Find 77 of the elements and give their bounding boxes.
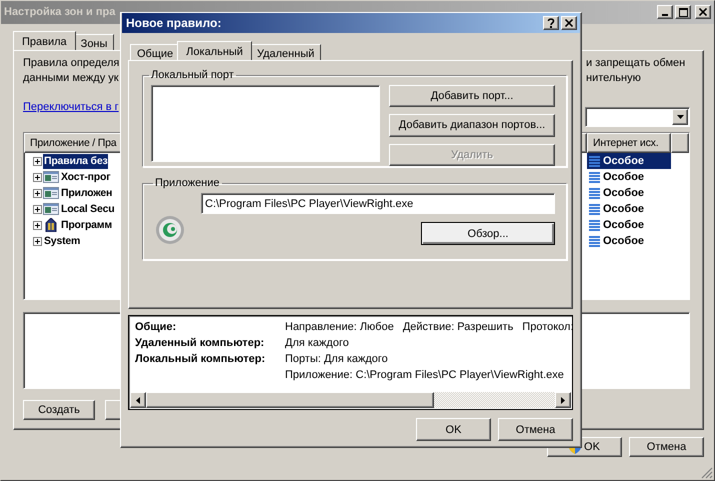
tree-item[interactable]: Программ (60, 218, 113, 232)
add-port-button[interactable]: Добавить порт... (389, 85, 555, 108)
close-button[interactable] (695, 5, 711, 19)
path-field[interactable]: C:\Program Files\PC Player\ViewRight.exe (201, 193, 555, 214)
cancel-button[interactable]: Отмена (629, 437, 704, 457)
tab[interactable]: Локальный (177, 41, 252, 60)
list-icon (589, 236, 600, 246)
list-icon (589, 156, 600, 166)
description-text: Правила определя (23, 56, 120, 71)
dropdown[interactable] (585, 107, 690, 127)
summary-label: Общие: (135, 320, 178, 335)
right-arrow-icon (561, 396, 565, 404)
expand-icon[interactable] (33, 220, 42, 230)
summary-label: Локальный компьютер: (135, 352, 266, 367)
summary-value: Действие: Разрешить (402, 320, 514, 335)
close-icon (565, 19, 573, 27)
list-icon (589, 220, 600, 230)
description-text: и запрещать обмен (586, 56, 686, 71)
table-cell: Особое (603, 235, 644, 247)
summary-value: Для каждого (285, 336, 349, 351)
port-list[interactable] (151, 85, 380, 162)
table-cell: Особое (603, 203, 644, 215)
list-icon (589, 172, 600, 182)
list-icon (589, 204, 600, 214)
summary-label: Удаленный компьютер: (135, 336, 266, 351)
table-cell: Особое (603, 155, 644, 167)
maximize-icon (678, 8, 688, 16)
help-button[interactable] (543, 16, 559, 30)
ok-button[interactable]: OK (416, 418, 491, 441)
summary-value: Направление: Любое (285, 320, 394, 335)
table-cell: Особое (603, 219, 644, 231)
expand-icon[interactable] (33, 204, 42, 214)
expand-icon[interactable] (33, 172, 42, 182)
tab[interactable]: Удаленный (250, 44, 322, 60)
table-cell: Особое (603, 171, 644, 183)
window-icon (43, 202, 59, 216)
tree-item[interactable]: Приложен (60, 186, 114, 200)
list-icon (589, 188, 600, 198)
add-port-button[interactable]: Добавить диапазон портов... (389, 114, 555, 137)
building-icon (43, 218, 59, 232)
create-button[interactable]: Создать (23, 400, 95, 420)
cancel-button[interactable]: Отмена (498, 418, 573, 441)
browse-button[interactable]: Обзор... (421, 222, 555, 245)
switch-link[interactable]: Переключиться в г (23, 101, 119, 113)
caret-icon (676, 115, 684, 119)
maximize-button[interactable] (675, 5, 691, 19)
expand-icon[interactable] (33, 236, 42, 246)
description-text: нительную (586, 71, 642, 86)
group-title: Приложение (154, 177, 221, 189)
tree-item[interactable]: Хост-прог (60, 170, 112, 184)
tab[interactable]: Зоны (74, 34, 114, 50)
scroll-thumb[interactable] (146, 392, 434, 408)
minimize-button[interactable] (657, 5, 673, 19)
column-header[interactable]: Интернет исх. (587, 133, 671, 153)
summary-value: Приложение: C:\Program Files\PC Player\ViewRight.exe (285, 368, 564, 383)
close-icon (699, 8, 707, 16)
tree-item[interactable]: Local Secu (60, 202, 116, 216)
summary-value: Порты: Для каждого (285, 352, 388, 367)
close-button[interactable] (561, 16, 577, 30)
resize-grip[interactable] (701, 467, 713, 479)
expand-icon[interactable] (33, 156, 42, 166)
group-title: Локальный порт (150, 69, 235, 81)
window-icon (43, 170, 59, 184)
tree-item[interactable]: System (43, 234, 82, 248)
scroll-right-button[interactable] (555, 392, 571, 408)
dialog-title: Новое правило: (126, 16, 222, 30)
app-icon (155, 215, 185, 245)
left-arrow-icon (136, 396, 140, 404)
expand-icon[interactable] (33, 188, 42, 198)
description-text: данными между ук (23, 71, 120, 86)
tab[interactable]: Правила (13, 31, 76, 50)
window-icon (43, 186, 59, 200)
table-cell: Особое (603, 187, 644, 199)
help-icon (547, 18, 555, 28)
scroll-left-button[interactable] (130, 392, 146, 408)
window-title: Настройка зон и пра (4, 6, 116, 18)
tree-item[interactable]: Правила без (43, 154, 108, 168)
